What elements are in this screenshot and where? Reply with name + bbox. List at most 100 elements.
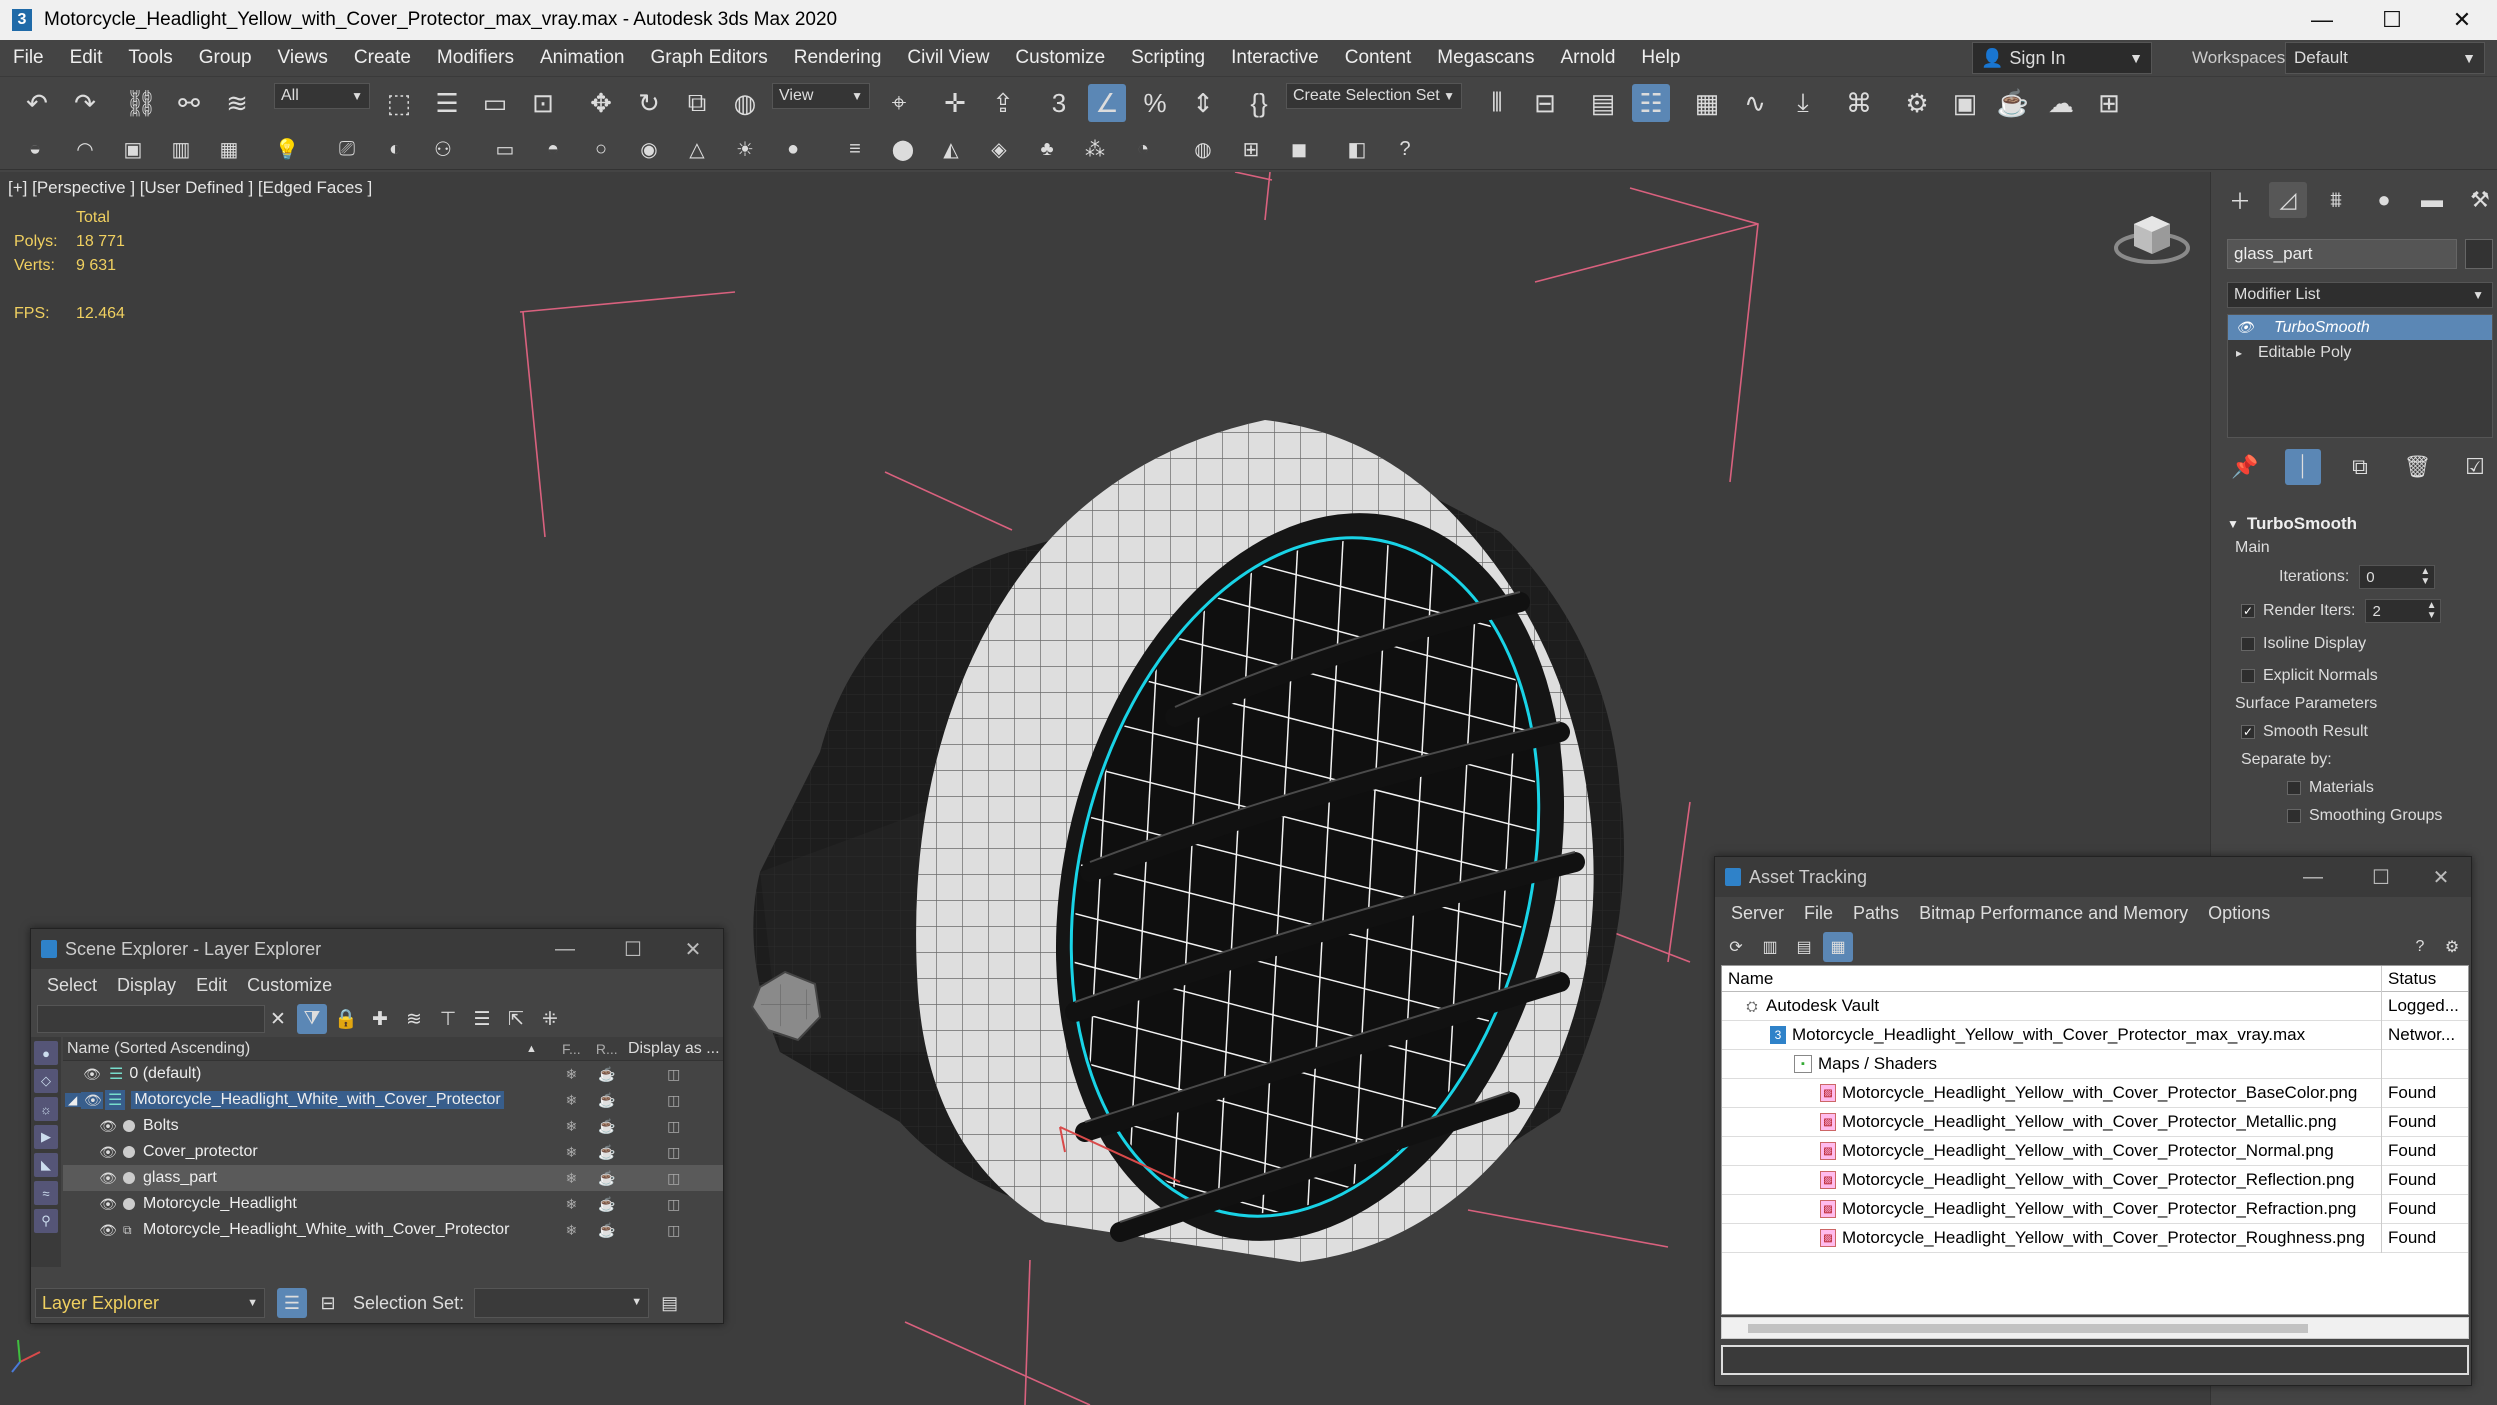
eye-icon[interactable]: 👁 [97, 1196, 119, 1213]
asset-row[interactable]: ▨ Motorcycle_Headlight_Yellow_with_Cover… [1722, 1107, 2468, 1137]
scene-converter-icon[interactable]: ◧ [1342, 134, 1372, 164]
scrollbar-thumb[interactable] [1748, 1324, 2308, 1333]
interactive-render-icon[interactable]: ◼ [1284, 134, 1314, 164]
scene-explorer-icon[interactable]: ☷ [1632, 84, 1670, 122]
ribbon-icon[interactable]: ▦ [1688, 84, 1726, 122]
link-icon[interactable]: ⛓ [122, 84, 160, 122]
edit-named-selection-icon[interactable]: {} [1240, 84, 1278, 122]
add-to-layer-icon[interactable]: ≋ [399, 1004, 429, 1034]
display-shapes-icon[interactable]: ◇ [34, 1069, 58, 1093]
eye-icon[interactable]: 👁 [81, 1091, 103, 1109]
select-manipulate-icon[interactable]: ✛ [936, 84, 974, 122]
display-lights-icon[interactable]: ☼ [34, 1097, 58, 1121]
asset-row[interactable]: ▨ Motorcycle_Headlight_Yellow_with_Cover… [1722, 1136, 2468, 1166]
menu-civil-view[interactable]: Civil View [894, 47, 1002, 69]
render-teapot-icon[interactable]: ☕ [589, 1092, 624, 1109]
minimize-button[interactable]: — [2287, 0, 2357, 40]
selection-set-options-icon[interactable]: ▤ [661, 1293, 678, 1314]
minimize-button[interactable]: — [2283, 857, 2343, 897]
ies-light-icon[interactable]: ● [778, 134, 808, 164]
undo-icon[interactable]: ↶ [18, 84, 56, 122]
spinner-snap-icon[interactable]: ⇕ [1184, 84, 1222, 122]
utilities-tab-icon[interactable]: ⚒ [2461, 182, 2497, 218]
close-button[interactable]: ✕ [663, 929, 723, 969]
freeze-icon[interactable]: ❄ [554, 1170, 589, 1187]
asset-row[interactable]: ▨ Motorcycle_Headlight_Yellow_with_Cover… [1722, 1165, 2468, 1195]
scene-explorer-titlebar[interactable]: Scene Explorer - Layer Explorer — ☐ ✕ [31, 929, 723, 969]
asset-row[interactable]: ▪ Maps / Shaders [1722, 1049, 2468, 1079]
freeze-column-header[interactable]: F... [554, 1041, 589, 1057]
percent-snap-icon[interactable]: % [1136, 84, 1174, 122]
select-object-icon[interactable]: ⬚ [380, 84, 418, 122]
menu-content[interactable]: Content [1332, 47, 1425, 69]
curve-editor-icon[interactable]: ∿ [1736, 84, 1774, 122]
menu-file[interactable]: File [0, 47, 57, 69]
menu-help[interactable]: Help [1628, 47, 1693, 69]
freeze-icon[interactable]: ❄ [554, 1222, 589, 1239]
asset-row[interactable]: ▨ Motorcycle_Headlight_Yellow_with_Cover… [1722, 1223, 2468, 1253]
menu-arnold[interactable]: Arnold [1547, 47, 1628, 69]
expand-arrow-icon[interactable]: ◢ [65, 1093, 81, 1107]
dope-sheet-icon[interactable]: ⤓ [1784, 84, 1822, 122]
configure-modifier-sets-icon[interactable]: ☑ [2457, 449, 2493, 485]
lock-icon[interactable]: 🔒 [331, 1004, 361, 1034]
sphere-icon[interactable]: ○ [586, 134, 616, 164]
iterations-spinner[interactable]: 0 ▲ ▼ [2359, 565, 2436, 589]
name-column-header[interactable]: Name (Sorted Ascending) [63, 1040, 526, 1058]
asset-row[interactable]: 3 Motorcycle_Headlight_Yellow_with_Cover… [1722, 1020, 2468, 1050]
smooth-result-checkbox[interactable]: ✓ [2241, 725, 2255, 739]
object-name-field[interactable]: glass_part [2227, 239, 2457, 269]
display-box-icon[interactable]: ◫ [625, 1066, 723, 1083]
modify-tab-icon[interactable]: ◿ [2269, 182, 2307, 218]
show-end-result-icon[interactable]: ⏐ [2284, 449, 2321, 485]
layer-row[interactable]: 👁 ☰ 0 (default) ❄ ☕ ◫ [63, 1061, 723, 1087]
se-menu-display[interactable]: Display [107, 975, 186, 996]
rendered-frame-window-icon[interactable]: ▣ [1946, 84, 1984, 122]
layer-row[interactable]: ◢ 👁 ☰ Motorcycle_Headlight_White_with_Co… [63, 1087, 723, 1113]
angle-snap-icon[interactable]: ∠ [1088, 84, 1126, 122]
spinner-arrows-icon[interactable]: ▲ ▼ [2420, 567, 2430, 587]
eye-icon[interactable]: 👁 [97, 1118, 119, 1135]
render-cloud-icon[interactable]: ☁ [2042, 84, 2080, 122]
dome-icon[interactable]: ◓ [538, 134, 568, 164]
spinner-arrows-icon[interactable]: ▲ ▼ [2427, 601, 2437, 621]
list-view-icon[interactable]: ▥ [1755, 932, 1785, 962]
proxy-icon[interactable]: ⬤ [888, 134, 918, 164]
hierarchy-icon[interactable]: ⁜ [535, 1004, 565, 1034]
select-by-name-icon[interactable]: ☰ [428, 84, 466, 122]
search-input[interactable] [37, 1005, 265, 1033]
menu-megascans[interactable]: Megascans [1424, 47, 1547, 69]
display-box-icon[interactable]: ◫ [625, 1092, 724, 1109]
maximize-button[interactable]: ☐ [603, 929, 663, 969]
selection-filter-dropdown[interactable]: All ▼ [274, 83, 370, 109]
at-menu-options[interactable]: Options [2198, 903, 2280, 924]
vfb-icon[interactable]: ◍ [1188, 134, 1218, 164]
rollout-header[interactable]: ▼ TurboSmooth [2227, 512, 2493, 536]
bind-space-warp-icon[interactable]: ≋ [218, 84, 256, 122]
pin-stack-icon[interactable]: 📌 [2227, 449, 2263, 485]
display-box-icon[interactable]: ◫ [625, 1144, 723, 1161]
menu-create[interactable]: Create [341, 47, 424, 69]
freeze-icon[interactable]: ❄ [554, 1118, 589, 1135]
render-teapot-icon[interactable]: ☕ [589, 1196, 624, 1213]
filter-icon[interactable]: ⧩ [297, 1004, 327, 1034]
maximize-button[interactable]: ☐ [2357, 0, 2427, 40]
explicit-normals-checkbox[interactable] [2241, 669, 2255, 683]
motion-tab-icon[interactable]: ● [2365, 182, 2403, 218]
viewcube-icon[interactable] [2112, 204, 2192, 274]
hierarchy-tab-icon[interactable]: ⩩ [2317, 182, 2355, 218]
sphere-light-icon[interactable]: ◐ [380, 134, 410, 164]
thumbnail-view-icon[interactable]: ▤ [1789, 932, 1819, 962]
status-column-header[interactable]: Status [2382, 969, 2436, 989]
snaps-toggle-icon[interactable]: 3 [1040, 84, 1078, 122]
workspaces-dropdown[interactable]: Default ▼ [2285, 42, 2485, 74]
display-box-icon[interactable]: ◫ [625, 1118, 723, 1135]
close-button[interactable]: ✕ [2411, 857, 2471, 897]
select-children-icon[interactable]: ⇱ [501, 1004, 531, 1034]
display-geometry-icon[interactable]: ● [34, 1041, 58, 1065]
menu-customize[interactable]: Customize [1002, 47, 1118, 69]
horizontal-scrollbar[interactable] [1721, 1317, 2469, 1339]
reference-coordinate-dropdown[interactable]: View ▼ [772, 83, 870, 109]
materials-checkbox[interactable] [2287, 781, 2301, 795]
expand-arrow-icon[interactable]: ▸ [2236, 346, 2258, 360]
